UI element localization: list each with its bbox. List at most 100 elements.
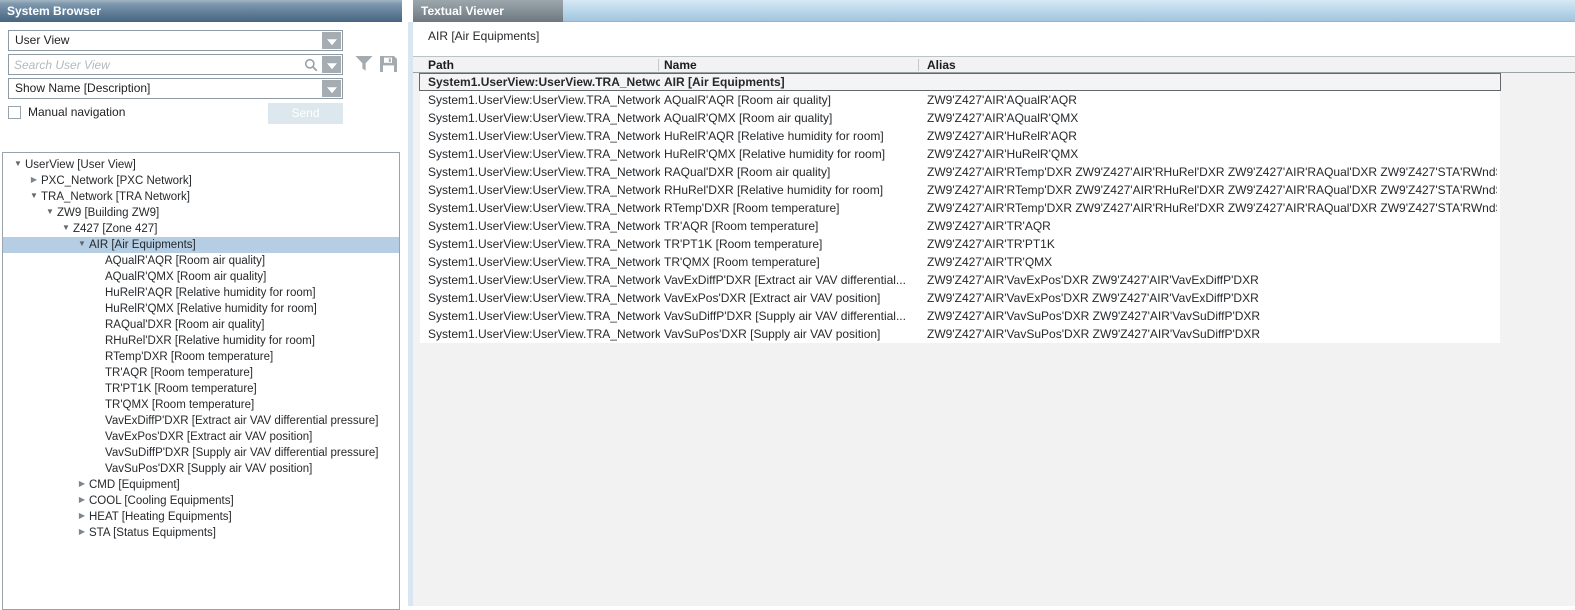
table-row[interactable]: System1.UserView:UserView.TRA_Network.ZW… [420, 253, 1500, 271]
alias-cell: ZW9'Z427'AIR'RTemp'DXR ZW9'Z427'AIR'RHuR… [927, 199, 1497, 217]
chevron-right-icon[interactable]: ▶ [75, 508, 89, 524]
tree-item[interactable]: HuRelR'AQR [Relative humidity for room] [3, 285, 399, 301]
send-button[interactable]: Send [268, 103, 343, 124]
tree-item[interactable]: ▼UserView [User View] [3, 157, 399, 173]
tab-textual-viewer[interactable]: Textual Viewer [413, 0, 563, 22]
name-cell: TR'PT1K [Room temperature] [664, 235, 920, 253]
view-selector-combobox[interactable]: User View [8, 30, 343, 51]
chevron-right-icon[interactable]: ▶ [75, 492, 89, 508]
selected-object-label: AIR [Air Equipments] [428, 29, 539, 43]
chevron-down-icon[interactable] [322, 56, 341, 73]
search-icon [304, 58, 318, 77]
table-row[interactable]: System1.UserView:UserView.TRA_Network.ZW… [420, 325, 1500, 343]
tree-item-label: TR'AQR [Room temperature] [105, 367, 253, 379]
table-row[interactable]: System1.UserView:UserView.TRA_Network.ZW… [420, 91, 1500, 109]
tree-item[interactable]: VavExDiffP'DXR [Extract air VAV differen… [3, 413, 399, 429]
path-cell: System1.UserView:UserView.TRA_Network.ZW… [428, 109, 660, 127]
path-cell: System1.UserView:UserView.TRA_Network.ZW… [428, 145, 660, 163]
manual-navigation-checkbox[interactable] [8, 106, 21, 119]
name-cell: AQualR'QMX [Room air quality] [664, 109, 920, 127]
column-divider[interactable] [658, 59, 659, 71]
table-row[interactable]: System1.UserView:UserView.TRA_Network.ZW… [420, 145, 1500, 163]
table-row[interactable]: System1.UserView:UserView.TRA_Network.ZW… [420, 199, 1500, 217]
tree-item[interactable]: TR'PT1K [Room temperature] [3, 381, 399, 397]
tree-item-label: UserView [User View] [25, 159, 136, 171]
filter-button[interactable] [354, 55, 376, 75]
chevron-down-icon[interactable] [322, 80, 341, 97]
tree-item[interactable]: VavExPos'DXR [Extract air VAV position] [3, 429, 399, 445]
table-header: Path Name Alias [413, 56, 1575, 73]
system-browser-panel: System Browser User View [0, 0, 402, 606]
tree-item[interactable]: ▶COOL [Cooling Equipments] [3, 493, 399, 509]
chevron-down-icon[interactable]: ▼ [43, 204, 57, 220]
name-cell: HuRelR'QMX [Relative humidity for room] [664, 145, 920, 163]
name-cell: RTemp'DXR [Room temperature] [664, 199, 920, 217]
chevron-right-icon[interactable]: ▶ [75, 476, 89, 492]
tree-item-label: AQualR'QMX [Room air quality] [105, 271, 266, 283]
tree-item[interactable]: ▶PXC_Network [PXC Network] [3, 173, 399, 189]
tree-item[interactable]: HuRelR'QMX [Relative humidity for room] [3, 301, 399, 317]
name-cell: VavSuPos'DXR [Supply air VAV position] [664, 325, 920, 343]
alias-cell: ZW9'Z427'AIR'AQualR'QMX [927, 109, 1497, 127]
tree-item[interactable]: VavSuDiffP'DXR [Supply air VAV different… [3, 445, 399, 461]
table-row[interactable]: System1.UserView:UserView.TRA_Network.ZW… [420, 289, 1500, 307]
tree-item[interactable]: ▼ZW9 [Building ZW9] [3, 205, 399, 221]
tree-item[interactable]: AQualR'QMX [Room air quality] [3, 269, 399, 285]
tree-item[interactable]: ▼Z427 [Zone 427] [3, 221, 399, 237]
column-header-path[interactable]: Path [428, 58, 454, 72]
name-cell: VavExPos'DXR [Extract air VAV position] [664, 289, 920, 307]
tree-item[interactable]: TR'AQR [Room temperature] [3, 365, 399, 381]
tree-item[interactable]: RHuRel'DXR [Relative humidity for room] [3, 333, 399, 349]
chevron-down-icon[interactable] [322, 32, 341, 49]
save-button[interactable] [379, 55, 401, 75]
alias-cell: ZW9'Z427'AIR'VavExPos'DXR ZW9'Z427'AIR'V… [927, 289, 1497, 307]
alias-cell: ZW9'Z427'AIR'VavExPos'DXR ZW9'Z427'AIR'V… [927, 271, 1497, 289]
tree-item-label: Z427 [Zone 427] [73, 223, 157, 235]
tree-item[interactable]: ▶STA [Status Equipments] [3, 525, 399, 541]
chevron-right-icon[interactable]: ▶ [27, 172, 41, 188]
chevron-down-icon[interactable]: ▼ [59, 220, 73, 236]
name-cell: RHuRel'DXR [Relative humidity for room] [664, 181, 920, 199]
tree-item-label: VavExDiffP'DXR [Extract air VAV differen… [105, 415, 378, 427]
column-header-name[interactable]: Name [664, 58, 697, 72]
tree-item[interactable]: VavSuPos'DXR [Supply air VAV position] [3, 461, 399, 477]
path-cell: System1.UserView:UserView.TRA_Network.ZW… [428, 163, 660, 181]
tree-item-label: RAQual'DXR [Room air quality] [105, 319, 264, 331]
table-row[interactable]: System1.UserView:UserView.TRA_Network.ZW… [420, 217, 1500, 235]
tree-item-label: STA [Status Equipments] [89, 527, 216, 539]
table-row[interactable]: System1.UserView:UserView.TRA_Network.ZW… [419, 73, 1501, 91]
table-row[interactable]: System1.UserView:UserView.TRA_Network.ZW… [420, 181, 1500, 199]
tree-item-label: VavSuPos'DXR [Supply air VAV position] [105, 463, 312, 475]
table-row[interactable]: System1.UserView:UserView.TRA_Network.ZW… [420, 271, 1500, 289]
display-mode-combobox[interactable]: Show Name [Description] [8, 78, 343, 99]
tree-item[interactable]: ▼AIR [Air Equipments] [3, 237, 399, 253]
chevron-down-icon[interactable]: ▼ [11, 156, 25, 172]
chevron-right-icon[interactable]: ▶ [75, 524, 89, 540]
table-row[interactable]: System1.UserView:UserView.TRA_Network.ZW… [420, 307, 1500, 325]
table-row[interactable]: System1.UserView:UserView.TRA_Network.ZW… [420, 163, 1500, 181]
search-field[interactable] [8, 54, 343, 75]
tree-item[interactable]: AQualR'AQR [Room air quality] [3, 253, 399, 269]
table-row[interactable]: System1.UserView:UserView.TRA_Network.ZW… [420, 127, 1500, 145]
tree-item-label: HuRelR'AQR [Relative humidity for room] [105, 287, 316, 299]
search-input[interactable] [14, 56, 299, 73]
tree-item[interactable]: TR'QMX [Room temperature] [3, 397, 399, 413]
path-cell: System1.UserView:UserView.TRA_Network.ZW… [428, 91, 660, 109]
column-header-alias[interactable]: Alias [927, 58, 956, 72]
tree-item-label: TR'QMX [Room temperature] [105, 399, 254, 411]
tree-item[interactable]: RAQual'DXR [Room air quality] [3, 317, 399, 333]
table-row[interactable]: System1.UserView:UserView.TRA_Network.ZW… [420, 109, 1500, 127]
tree-item[interactable]: ▶CMD [Equipment] [3, 477, 399, 493]
tree-item-label: TR'PT1K [Room temperature] [105, 383, 257, 395]
table-row[interactable]: System1.UserView:UserView.TRA_Network.ZW… [420, 235, 1500, 253]
tree-item-label: CMD [Equipment] [89, 479, 180, 491]
column-divider[interactable] [918, 59, 919, 71]
chevron-down-icon[interactable]: ▼ [75, 236, 89, 252]
tree-item-label: PXC_Network [PXC Network] [41, 175, 192, 187]
tree-item[interactable]: ▼TRA_Network [TRA Network] [3, 189, 399, 205]
tree-item-label: COOL [Cooling Equipments] [89, 495, 234, 507]
chevron-down-icon[interactable]: ▼ [27, 188, 41, 204]
tree-item[interactable]: ▶HEAT [Heating Equipments] [3, 509, 399, 525]
alias-cell: ZW9'Z427'AIR'TR'PT1K [927, 235, 1497, 253]
tree-item[interactable]: RTemp'DXR [Room temperature] [3, 349, 399, 365]
